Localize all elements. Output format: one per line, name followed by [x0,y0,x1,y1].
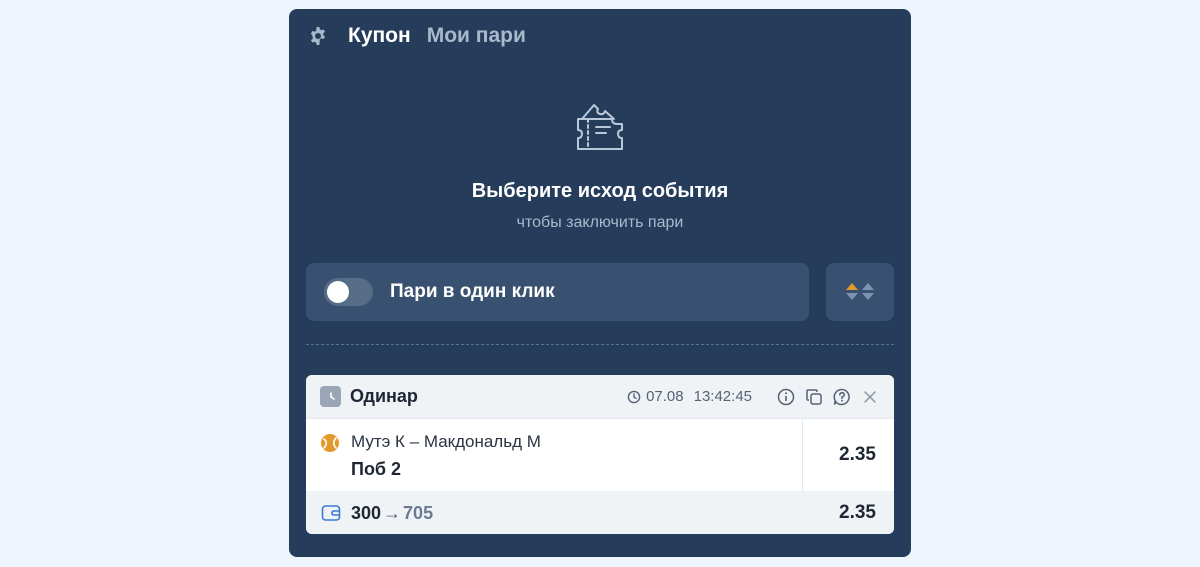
one-click-toggle[interactable] [324,278,373,306]
tab-my-bets[interactable]: Мои пари [427,23,526,49]
match-name: Мутэ К – Макдональд М [351,432,541,451]
bet-type: Одинар [350,386,418,406]
coupon-panel: Купон Мои пари Выберите исход события чт… [289,9,911,557]
tab-coupon[interactable]: Купон [348,23,411,49]
empty-state-subtitle: чтобы заключить пари [516,214,684,231]
coupon-header: Купон Мои пари [307,23,542,49]
bet-slip-meta: 07.08 13:42:45 [627,375,880,418]
arrow-icon: → [383,502,402,523]
time-icon [627,390,641,403]
bet-outcome: Поб 2 [351,459,402,479]
bet-time: 13:42:45 [693,388,752,405]
odds-change-button[interactable] [826,263,894,321]
bet-event-info: Мутэ К – Макдональд М Поб 2 [306,419,803,491]
ticket-icon [577,104,623,150]
sort-arrows-icon [846,283,874,300]
help-icon[interactable] [832,387,852,407]
bet-event-row[interactable]: Мутэ К – Макдональд М Поб 2 2.35 [306,419,894,491]
info-icon[interactable] [776,387,796,407]
timestamp: 07.08 13:42:45 [627,388,752,405]
divider [306,344,894,345]
total-odds: 2.35 [839,502,876,523]
bet-odds: 2.35 [839,444,876,465]
wallet-icon [320,503,342,523]
one-click-bet-row: Пари в один клик [306,263,809,321]
stake-amount: 300 [351,502,382,523]
toggle-knob [327,281,349,303]
one-click-label: Пари в один клик [390,281,555,302]
tennis-ball-icon [321,434,339,452]
clock-icon [320,386,341,407]
empty-state: Выберите исход события чтобы заключить п… [289,97,911,232]
bet-slip-header: Одинар 07.08 13:42:45 [306,375,894,419]
bet-slip-card: Одинар 07.08 13:42:45 Мутэ К – Макдональ… [306,375,894,534]
close-icon[interactable] [860,387,880,407]
bet-date: 07.08 [646,388,684,405]
empty-state-title: Выберите исход события [471,180,729,202]
copy-icon[interactable] [804,387,824,407]
gear-icon[interactable] [307,25,329,47]
potential-payout: 705 [403,502,434,523]
bet-slip-actions [768,387,880,407]
stake-row[interactable]: 300 → 705 2.35 [306,491,894,534]
